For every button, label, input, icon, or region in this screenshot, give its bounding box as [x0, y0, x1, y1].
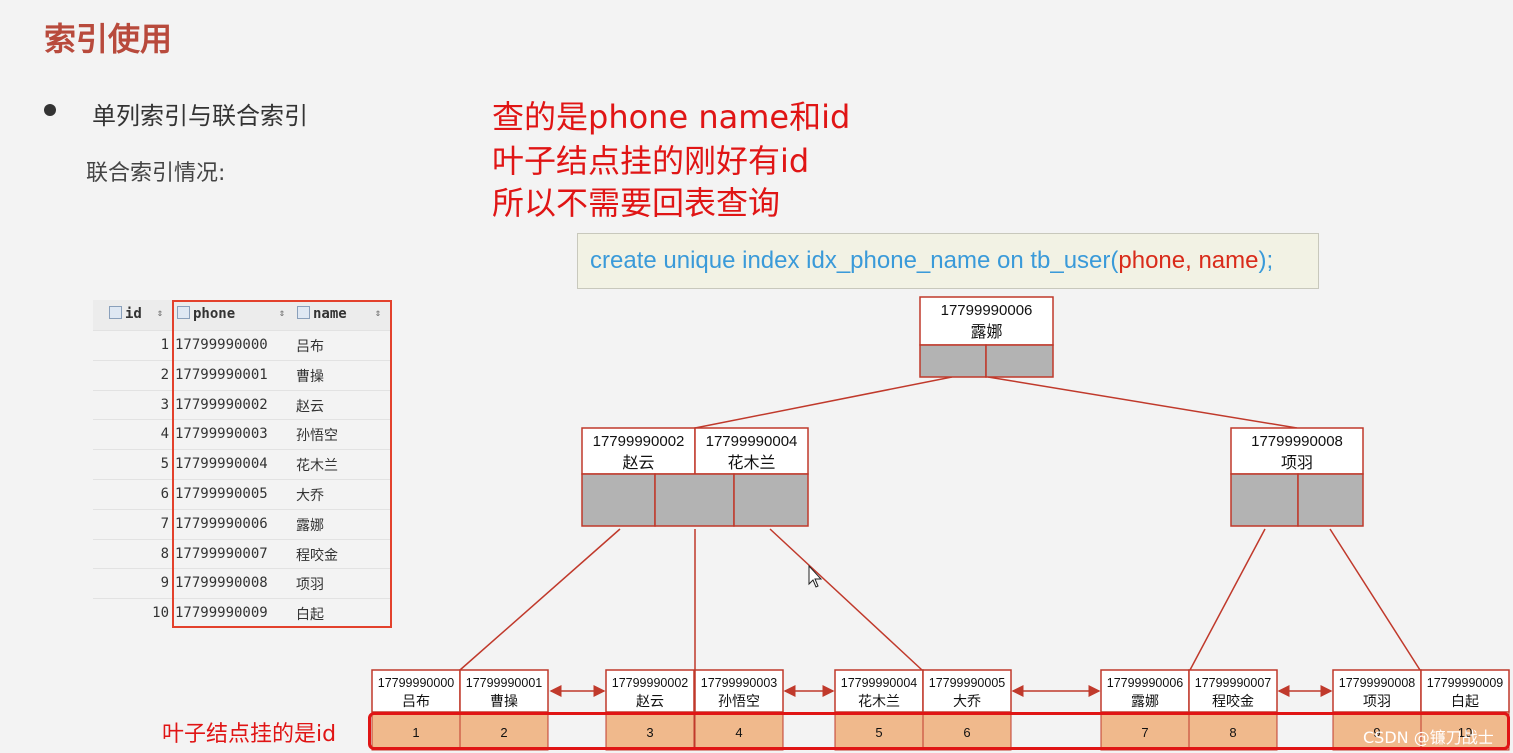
left-node-pointer: [581, 473, 656, 527]
watermark: CSDN @镰刀战士: [1363, 728, 1494, 747]
leaf-phone: 17799990007: [1195, 676, 1272, 690]
left-node-pointer: [654, 473, 735, 527]
root-phone: 17799990006: [941, 302, 1033, 319]
leaf-phone: 17799990006: [1107, 676, 1184, 690]
leaf-name: 孙悟空: [718, 693, 760, 709]
tree-edge: [1329, 528, 1421, 671]
mouse-cursor-icon: [808, 564, 823, 588]
leaf-name: 赵云: [636, 693, 664, 709]
tree-edge: [987, 376, 1298, 429]
root-pointer: [919, 344, 987, 378]
right-node-pointer: [1297, 473, 1364, 527]
leaf-phone: 17799990009: [1427, 676, 1504, 690]
tree-edge: [1189, 528, 1266, 671]
b-plus-tree-diagram: 17799990006 露娜 17799990002 赵云 17799990004 花木兰…: [371, 296, 1510, 751]
leaf-phone: 17799990000: [378, 676, 455, 690]
leaf-name: 大乔: [953, 693, 981, 709]
leaf-label: 叶子结点挂的是id: [162, 722, 337, 747]
leaf-id-highlight: [368, 712, 1510, 750]
tree-edge: [459, 528, 621, 671]
root-pointer: [985, 344, 1054, 378]
node-key-phone: 17799990008: [1251, 433, 1343, 450]
leaf-phone: 17799990005: [929, 676, 1006, 690]
leaf-phone: 17799990001: [466, 676, 543, 690]
leaf-name: 露娜: [1131, 693, 1159, 709]
tree-edge: [769, 528, 923, 671]
leaf-name: 项羽: [1363, 693, 1391, 709]
leaf-name: 花木兰: [858, 693, 900, 709]
leaf-phone: 17799990004: [841, 676, 918, 690]
left-node-pointer: [733, 473, 809, 527]
node-key-name: 项羽: [1281, 455, 1313, 472]
node-key-phone: 17799990004: [706, 433, 798, 450]
leaf-name: 白起: [1451, 693, 1479, 709]
leaf-name: 吕布: [402, 693, 430, 709]
leaf-phone: 17799990003: [701, 676, 778, 690]
root-name: 露娜: [970, 323, 1002, 341]
leaf-phone: 17799990002: [612, 676, 689, 690]
right-node-pointer: [1230, 473, 1299, 527]
node-key-name: 花木兰: [727, 454, 775, 472]
tree-edge: [694, 376, 953, 429]
leaf-phone: 17799990008: [1339, 676, 1416, 690]
node-key-phone: 17799990002: [593, 433, 685, 450]
node-key-name: 赵云: [622, 454, 654, 472]
leaf-name: 曹操: [490, 693, 518, 709]
leaf-name: 程咬金: [1212, 693, 1254, 709]
